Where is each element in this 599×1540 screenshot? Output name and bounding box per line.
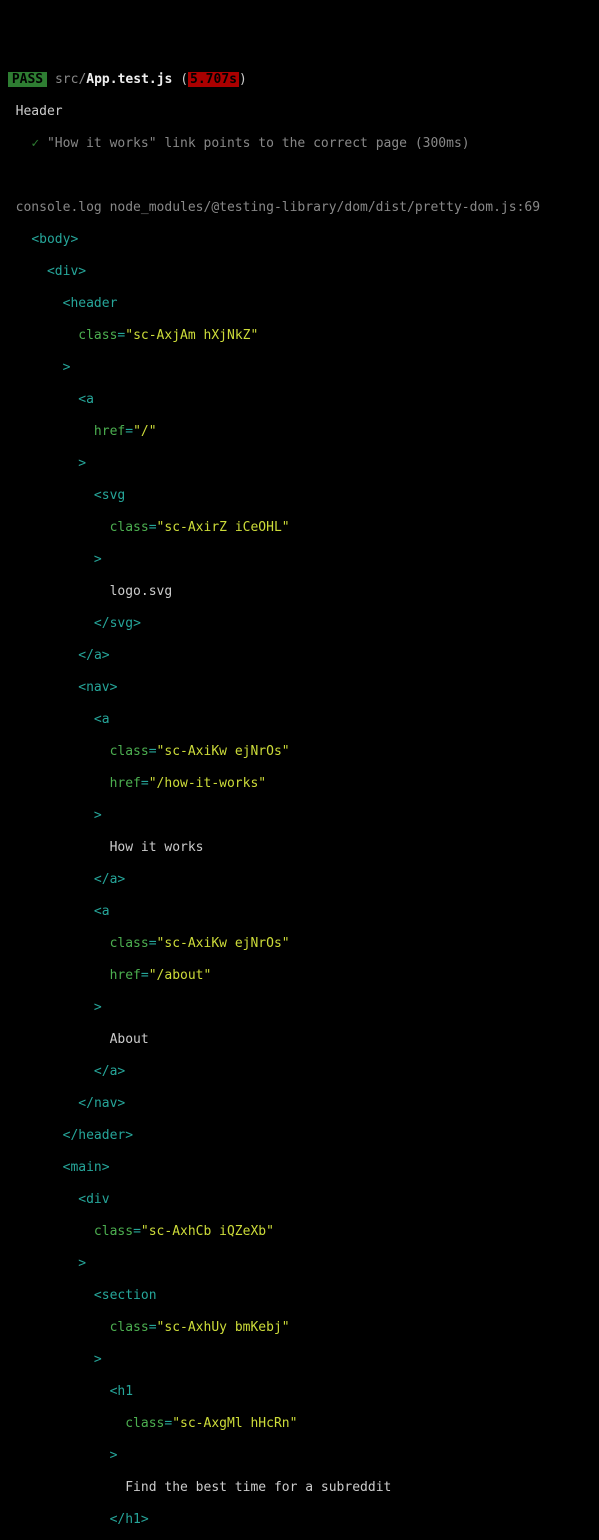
dom-line: href="/": [0, 424, 599, 440]
dom-line: class="sc-AxiKw ejNrOs": [0, 744, 599, 760]
console-log-label: console.log: [16, 200, 102, 215]
path-prefix: src/: [55, 72, 86, 87]
dom-line: >: [0, 1352, 599, 1368]
suite-name-line: Header: [0, 104, 599, 120]
test-file: App.test.js: [86, 72, 172, 87]
dom-line: >: [0, 1256, 599, 1272]
dom-line: class="sc-AxgMl hHcRn": [0, 1416, 599, 1432]
blank-line: [0, 168, 599, 184]
dom-line: >: [0, 456, 599, 472]
dom-line: >: [0, 1448, 599, 1464]
dom-line: <nav>: [0, 680, 599, 696]
dom-line: >: [0, 360, 599, 376]
dom-line: <section: [0, 1288, 599, 1304]
dom-line: </a>: [0, 872, 599, 888]
dom-line: <header: [0, 296, 599, 312]
dom-line: <a: [0, 712, 599, 728]
dom-line: class="sc-AxiKw ejNrOs": [0, 936, 599, 952]
test-duration: 5.707s: [188, 72, 239, 87]
dom-line: >: [0, 1000, 599, 1016]
console-log-location: node_modules/@testing-library/dom/dist/p…: [110, 200, 540, 215]
dom-line: class="sc-AxjAm hXjNkZ": [0, 328, 599, 344]
dom-line: class="sc-AxhUy bmKebj": [0, 1320, 599, 1336]
dom-line: <div>: [0, 264, 599, 280]
dom-line: </h1>: [0, 1512, 599, 1528]
open-paren: (: [172, 72, 188, 87]
dom-line: </nav>: [0, 1096, 599, 1112]
suite-name: Header: [16, 104, 63, 119]
dom-line: >: [0, 808, 599, 824]
test-case: "How it works" link points to the correc…: [47, 136, 470, 151]
dom-line: href="/about": [0, 968, 599, 984]
dom-line: How it works: [0, 840, 599, 856]
test-result-line: PASS src/App.test.js (5.707s): [0, 72, 599, 88]
dom-line: <a: [0, 392, 599, 408]
dom-line: <div: [0, 1192, 599, 1208]
dom-line: <body>: [0, 232, 599, 248]
dom-line: Find the best time for a subreddit: [0, 1480, 599, 1496]
dom-line: </svg>: [0, 616, 599, 632]
dom-line: href="/how-it-works": [0, 776, 599, 792]
dom-line: class="sc-AxirZ iCeOHL": [0, 520, 599, 536]
test-case-line: ✓ "How it works" link points to the corr…: [0, 136, 599, 152]
dom-line: <a: [0, 904, 599, 920]
dom-line: </a>: [0, 648, 599, 664]
dom-line: class="sc-AxhCb iQZeXb": [0, 1224, 599, 1240]
console-log-line: console.log node_modules/@testing-librar…: [0, 200, 599, 216]
dom-line: >: [0, 552, 599, 568]
close-paren: ): [239, 72, 247, 87]
dom-line: <h1: [0, 1384, 599, 1400]
pass-badge: PASS: [8, 72, 47, 87]
dom-line: </a>: [0, 1064, 599, 1080]
dom-line: logo.svg: [0, 584, 599, 600]
dom-line: </header>: [0, 1128, 599, 1144]
dom-line: <main>: [0, 1160, 599, 1176]
dom-line: About: [0, 1032, 599, 1048]
check-icon: ✓: [31, 136, 39, 151]
dom-line: <svg: [0, 488, 599, 504]
